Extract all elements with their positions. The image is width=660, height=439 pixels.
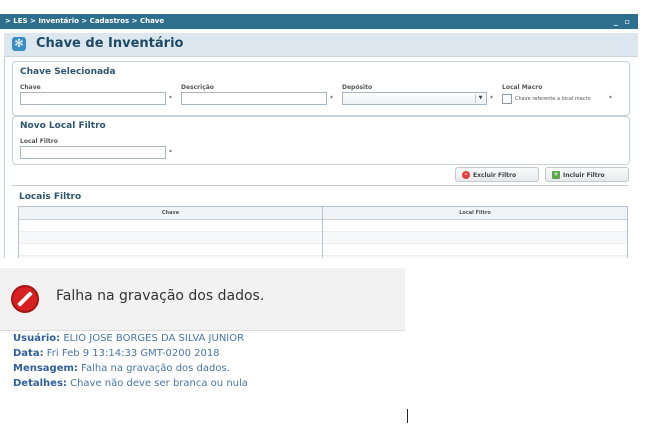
error-prohibited-icon: [11, 285, 39, 313]
filter-list-title: Locais Filtro: [19, 192, 82, 202]
page-header: ✻ Chave de Inventário: [4, 33, 638, 57]
column-separator: [322, 207, 323, 258]
chave-label: Chave: [20, 84, 41, 91]
breadcrumb[interactable]: > LES > Inventário > Cadastros > Chave: [5, 14, 164, 29]
error-user-value: ELIO JOSE BORGES DA SILVA JUNIOR: [63, 333, 245, 344]
incluir-filtro-label: Incluir Filtro: [563, 172, 605, 179]
table-row[interactable]: [19, 244, 627, 256]
local-filtro-input[interactable]: [20, 146, 166, 159]
descricao-required-mark: *: [330, 95, 333, 102]
local-macro-required-mark: *: [609, 95, 612, 102]
new-filter-title: Novo Local Filtro: [20, 121, 106, 131]
local-filtro-required-mark: *: [169, 149, 172, 156]
chevron-down-icon[interactable]: ▼: [475, 94, 485, 103]
selected-key-panel: Chave Selecionada Chave * Descrição * De…: [12, 61, 630, 116]
excluir-filtro-label: Excluir Filtro: [473, 172, 517, 179]
error-date-label: Data:: [13, 348, 44, 359]
error-date-line: Data: Fri Feb 9 13:14:33 GMT-0200 2018: [13, 348, 220, 359]
window-controls[interactable]: _ ▫: [614, 14, 632, 29]
remove-icon: –: [462, 171, 470, 179]
deposito-label: Depósito: [342, 84, 373, 91]
chave-required-mark: *: [169, 95, 172, 102]
local-macro-checkbox[interactable]: [502, 94, 512, 104]
error-title: Falha na gravação dos dados.: [56, 288, 265, 304]
filter-list-grid: Chave Local Filtro: [18, 206, 628, 258]
error-message-label: Mensagem:: [13, 363, 78, 374]
page-title: Chave de Inventário: [36, 36, 184, 51]
error-date-value: Fri Feb 9 13:14:33 GMT-0200 2018: [46, 348, 220, 359]
column-header-chave[interactable]: Chave: [19, 207, 322, 219]
error-dialog-header: Falha na gravação dos dados.: [0, 268, 405, 331]
local-filtro-label: Local Filtro: [20, 138, 58, 145]
top-navigation-bar: > LES > Inventário > Cadastros > Chave _…: [0, 14, 638, 29]
local-macro-checkbox-label[interactable]: Chave referente a local macro: [515, 96, 591, 102]
selected-key-title: Chave Selecionada: [20, 67, 116, 77]
error-details-label: Detalhes:: [13, 378, 67, 389]
error-user-line: Usuário: ELIO JOSE BORGES DA SILVA JUNIO…: [13, 333, 244, 344]
error-dialog: Falha na gravação dos dados. Usuário: EL…: [0, 268, 405, 428]
snowflake-icon: ✻: [12, 37, 26, 51]
add-document-icon: +: [552, 171, 560, 179]
descricao-label: Descrição: [181, 84, 214, 91]
excluir-filtro-button[interactable]: – Excluir Filtro: [455, 167, 539, 182]
column-header-local-filtro[interactable]: Local Filtro: [323, 207, 627, 219]
error-details-value: Chave não deve ser branca ou nula: [70, 378, 248, 389]
chave-input[interactable]: [20, 92, 166, 105]
error-message-line: Mensagem: Falha na gravação dos dados.: [13, 363, 230, 374]
error-message-value: Falha na gravação dos dados.: [81, 363, 230, 374]
error-details-line: Detalhes: Chave não deve ser branca ou n…: [13, 378, 248, 389]
filter-list-divider: [12, 185, 628, 186]
deposito-select[interactable]: ▼: [342, 92, 487, 105]
table-row[interactable]: [19, 220, 627, 232]
table-row[interactable]: [19, 256, 627, 258]
grid-header: Chave Local Filtro: [19, 207, 627, 220]
error-user-label: Usuário:: [13, 333, 61, 344]
inventory-key-app: > LES > Inventário > Cadastros > Chave _…: [0, 0, 638, 258]
descricao-input[interactable]: [181, 92, 327, 105]
new-filter-panel: Novo Local Filtro Local Filtro *: [12, 116, 630, 165]
deposito-required-mark: *: [490, 95, 493, 102]
table-row[interactable]: [19, 232, 627, 244]
incluir-filtro-button[interactable]: + Incluir Filtro: [545, 167, 629, 182]
text-cursor: [407, 409, 408, 423]
local-macro-label: Local Macro: [502, 84, 543, 91]
left-border-line: [4, 56, 5, 258]
